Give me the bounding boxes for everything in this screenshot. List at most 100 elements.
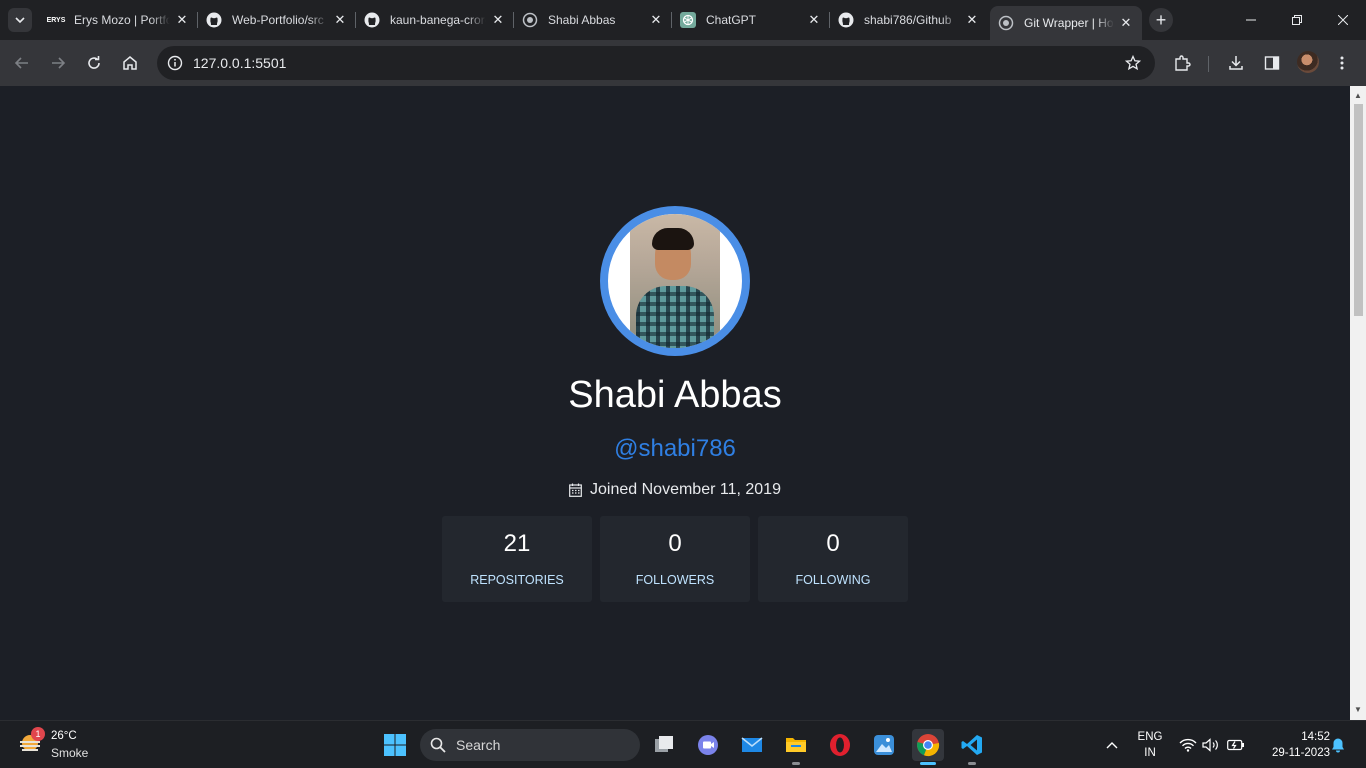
home-icon xyxy=(123,56,137,70)
weather-temperature: 26°C xyxy=(51,730,77,742)
side-panel-icon xyxy=(1264,56,1280,70)
clock[interactable]: 14:52 29-11-2023 xyxy=(1254,729,1330,761)
new-tab-button[interactable]: + xyxy=(1149,8,1173,32)
clock-time: 14:52 xyxy=(1301,731,1330,743)
photos-icon xyxy=(874,735,894,755)
home-button[interactable] xyxy=(116,49,144,77)
downloads-button[interactable] xyxy=(1222,49,1250,77)
github-icon xyxy=(206,12,222,28)
tab-shabi786-github[interactable]: shabi786/Github ✕ xyxy=(830,6,988,34)
tab-git-wrapper[interactable]: Git Wrapper | Home ✕ xyxy=(990,6,1142,40)
tab-chatgpt[interactable]: ChatGPT ✕ xyxy=(672,6,830,34)
close-icon xyxy=(1338,15,1348,25)
back-button[interactable] xyxy=(8,49,36,77)
tab-title: Git Wrapper | Home xyxy=(1024,16,1114,30)
show-hidden-icons-button[interactable] xyxy=(1102,735,1122,755)
teams-chat-button[interactable] xyxy=(692,729,724,761)
scroll-down-arrow-icon[interactable]: ▼ xyxy=(1354,706,1362,714)
tab-title: ChatGPT xyxy=(706,13,757,27)
profile-avatar-image xyxy=(600,206,750,356)
forward-button[interactable] xyxy=(44,49,72,77)
close-icon[interactable]: ✕ xyxy=(1118,15,1134,31)
reload-button[interactable] xyxy=(80,49,108,77)
notification-bell-icon[interactable] xyxy=(1328,735,1348,755)
mail-icon xyxy=(741,737,763,752)
restore-icon xyxy=(1292,15,1302,25)
windows-taskbar: 1 26°C Smoke Search ENG IN 14:52 29-11-2… xyxy=(0,720,1366,768)
search-label: Search xyxy=(456,737,501,753)
task-view-button[interactable] xyxy=(648,729,680,761)
start-button[interactable] xyxy=(379,729,411,761)
language-indicator[interactable]: ENG IN xyxy=(1133,729,1167,761)
tab-shabi-abbas[interactable]: Shabi Abbas ✕ xyxy=(514,6,672,34)
vscode-icon xyxy=(961,735,982,755)
vscode-button[interactable] xyxy=(956,729,988,761)
page-scrollbar[interactable]: ▲ ▼ xyxy=(1350,86,1366,720)
close-icon[interactable]: ✕ xyxy=(964,12,980,28)
page-content: Shabi Abbas @shabi786 Joined November 11… xyxy=(0,86,1350,720)
mail-app-button[interactable] xyxy=(736,729,768,761)
joined-date: Joined November 11, 2019 xyxy=(0,481,1350,499)
opera-icon xyxy=(830,734,850,756)
battery-icon[interactable] xyxy=(1226,735,1246,755)
browser-toolbar: 127.0.0.1:5501 xyxy=(0,40,1366,86)
close-icon[interactable]: ✕ xyxy=(332,12,348,28)
extensions-button[interactable] xyxy=(1168,49,1196,77)
profile-avatar[interactable] xyxy=(1297,51,1319,73)
tab-title: Erys Mozo | Portfolio xyxy=(74,13,170,27)
scroll-up-arrow-icon[interactable]: ▲ xyxy=(1354,92,1362,100)
stat-value: 21 xyxy=(503,530,531,557)
photo-shirt xyxy=(636,286,714,348)
avatar-photo xyxy=(630,214,720,348)
wifi-icon[interactable] xyxy=(1178,735,1198,755)
folder-icon xyxy=(786,738,806,752)
running-indicator xyxy=(968,762,976,765)
stat-label: FOLLOWING xyxy=(795,573,871,587)
arrow-right-icon xyxy=(52,57,66,69)
calendar-icon xyxy=(569,483,582,497)
opera-browser-button[interactable] xyxy=(824,729,856,761)
address-bar[interactable]: 127.0.0.1:5501 xyxy=(157,46,1155,80)
stat-card-following[interactable]: 0 FOLLOWING xyxy=(758,516,908,602)
tab-search-button[interactable] xyxy=(8,8,32,32)
side-panel-button[interactable] xyxy=(1258,49,1286,77)
url-text: 127.0.0.1:5501 xyxy=(193,55,287,71)
file-explorer-button[interactable] xyxy=(780,729,812,761)
chevron-down-icon xyxy=(15,17,25,24)
joined-text: Joined November 11, 2019 xyxy=(590,481,781,498)
tab-strip: ERYS Erys Mozo | Portfolio ✕ Web-Portfol… xyxy=(0,0,1366,40)
stat-value: 0 xyxy=(826,530,840,557)
chevron-up-icon xyxy=(1106,742,1118,749)
close-icon[interactable]: ✕ xyxy=(806,12,822,28)
globe-icon xyxy=(998,15,1014,31)
close-icon[interactable]: ✕ xyxy=(490,12,506,28)
close-icon[interactable]: ✕ xyxy=(174,12,190,28)
bookmark-star-icon[interactable] xyxy=(1123,53,1143,73)
stat-card-repositories[interactable]: 21 REPOSITORIES xyxy=(442,516,592,602)
toolbar-divider xyxy=(1208,56,1209,72)
tab-title: Web-Portfolio/src xyxy=(232,13,324,27)
volume-icon[interactable] xyxy=(1201,735,1221,755)
close-icon[interactable]: ✕ xyxy=(648,12,664,28)
restore-button[interactable] xyxy=(1274,0,1320,40)
chrome-button[interactable] xyxy=(912,729,944,761)
stat-card-followers[interactable]: 0 FOLLOWERS xyxy=(600,516,750,602)
minimize-button[interactable] xyxy=(1228,0,1274,40)
weather-alert-badge: 1 xyxy=(31,727,45,741)
clock-date: 29-11-2023 xyxy=(1272,747,1330,759)
tab-erys-mozo[interactable]: ERYS Erys Mozo | Portfolio ✕ xyxy=(40,6,198,34)
download-icon xyxy=(1229,56,1243,70)
scrollbar-thumb[interactable] xyxy=(1354,104,1363,316)
plus-icon: + xyxy=(1155,9,1167,30)
github-icon xyxy=(364,12,380,28)
profile-handle-link[interactable]: @shabi786 xyxy=(0,435,1350,463)
puzzle-icon xyxy=(1175,55,1191,71)
photos-app-button[interactable] xyxy=(868,729,900,761)
taskbar-search[interactable]: Search xyxy=(420,729,640,761)
tab-web-portfolio[interactable]: Web-Portfolio/src ✕ xyxy=(198,6,356,34)
globe-icon xyxy=(522,12,538,28)
menu-button[interactable] xyxy=(1328,49,1356,77)
tab-kaun-banega[interactable]: kaun-banega-crorepati ✕ xyxy=(356,6,514,34)
close-window-button[interactable] xyxy=(1320,0,1366,40)
info-icon[interactable] xyxy=(165,53,185,73)
